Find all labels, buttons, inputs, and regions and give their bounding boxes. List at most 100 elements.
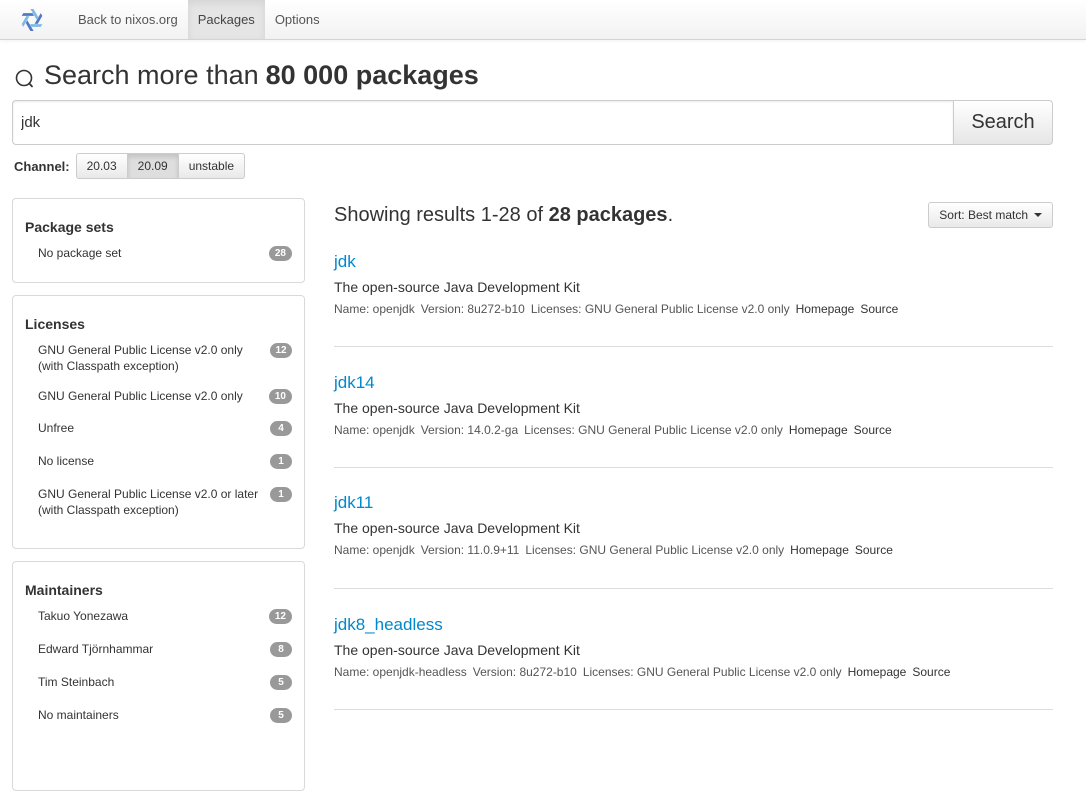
source-link[interactable]: Source [860, 302, 898, 316]
homepage-link[interactable]: Homepage [790, 543, 849, 557]
package-name-link[interactable]: jdk [334, 252, 1053, 272]
meta-name: Name: openjdk [334, 423, 415, 437]
filter-label: GNU General Public License v2.0 only (wi… [38, 343, 243, 373]
count-badge: 28 [268, 246, 292, 261]
package-result: jdk The open-source Java Development Kit… [334, 252, 1053, 316]
filter-label: Takuo Yonezawa [38, 609, 129, 623]
package-meta: Name: openjdk Version: 11.0.9+11 License… [334, 543, 1053, 557]
filter-label: No package set [38, 246, 122, 260]
package-description: The open-source Java Development Kit [334, 279, 580, 295]
filter-label: No license [38, 454, 95, 468]
filter-label: No maintainers [38, 708, 119, 722]
filter-label: Unfree [38, 421, 75, 435]
package-meta: Name: openjdk-headless Version: 8u272-b1… [334, 665, 1053, 679]
meta-version: Version: 8u272-b10 [420, 302, 525, 316]
channel-button-group: 20.03 20.09 unstable [75, 153, 246, 179]
filter-item[interactable]: No package set 28 [25, 245, 292, 261]
source-link[interactable]: Source [854, 423, 892, 437]
results-summary: Showing results 1-28 of 28 packages. [334, 204, 673, 227]
count-badge: 1 [270, 454, 292, 469]
channel-button-unstable[interactable]: unstable [177, 153, 246, 179]
licenses-title: Licenses [25, 316, 85, 332]
package-name-link[interactable]: jdk14 [334, 373, 1053, 393]
package-name-link[interactable]: jdk8_headless [334, 615, 1053, 635]
results-summary-count: 28 packages [548, 203, 668, 226]
filter-item[interactable]: GNU General Public License v2.0 only (wi… [25, 342, 292, 374]
search-icon [14, 65, 36, 87]
page-title: Search more than 80 000 packages [14, 60, 479, 91]
meta-version: Version: 8u272-b10 [472, 665, 577, 679]
meta-licenses: Licenses: GNU General Public License v2.… [525, 543, 785, 557]
meta-version: Version: 11.0.9+11 [420, 543, 520, 557]
count-badge: 5 [270, 708, 292, 723]
search-input[interactable] [12, 100, 953, 145]
meta-licenses: Licenses: GNU General Public License v2.… [582, 665, 842, 679]
title-package-count: 80 000 packages [265, 60, 479, 90]
nav-back-to-nixos[interactable]: Back to nixos.org [68, 0, 188, 39]
homepage-link[interactable]: Homepage [789, 423, 848, 437]
results-panel: Showing results 1-28 of 28 packages. Sor… [334, 200, 1053, 710]
licenses-panel: Licenses GNU General Public License v2.0… [12, 295, 305, 549]
package-description: The open-source Java Development Kit [334, 400, 580, 416]
channel-button-20-03[interactable]: 20.03 [75, 153, 128, 179]
maintainers-title: Maintainers [25, 582, 103, 598]
result-divider [334, 467, 1053, 468]
channel-label: Channel: [14, 158, 70, 174]
count-badge: 4 [270, 421, 292, 436]
filter-item[interactable]: Takuo Yonezawa 12 [25, 608, 292, 624]
channel-button-20-09[interactable]: 20.09 [126, 153, 179, 179]
meta-licenses: Licenses: GNU General Public License v2.… [530, 302, 790, 316]
nixos-logo-icon[interactable] [12, 0, 52, 40]
package-result: jdk8_headless The open-source Java Devel… [334, 615, 1053, 679]
meta-name: Name: openjdk [334, 302, 415, 316]
nav-options[interactable]: Options [265, 0, 330, 39]
package-description: The open-source Java Development Kit [334, 642, 580, 658]
search-button[interactable]: Search [953, 100, 1053, 145]
source-link[interactable]: Source [855, 543, 893, 557]
nav-packages[interactable]: Packages [187, 0, 265, 39]
count-badge: 12 [270, 343, 292, 358]
filter-label: GNU General Public License v2.0 only [38, 389, 243, 403]
sort-label: Sort: Best match [939, 208, 1028, 222]
homepage-link[interactable]: Homepage [848, 665, 907, 679]
sort-dropdown[interactable]: Sort: Best match [928, 202, 1053, 228]
filter-label: Edward Tjörnhammar [38, 642, 154, 656]
meta-version: Version: 14.0.2-ga [420, 423, 519, 437]
filter-item[interactable]: No maintainers 5 [25, 707, 292, 723]
result-divider [334, 709, 1053, 710]
source-link[interactable]: Source [912, 665, 950, 679]
package-meta: Name: openjdk Version: 8u272-b10 License… [334, 302, 1053, 316]
homepage-link[interactable]: Homepage [796, 302, 855, 316]
package-result: jdk11 The open-source Java Development K… [334, 493, 1053, 557]
results-summary-prefix: Showing results 1-28 of [334, 203, 544, 226]
results-summary-suffix: . [667, 203, 674, 226]
filter-item[interactable]: No license 1 [25, 453, 292, 469]
top-navbar: Back to nixos.org Packages Options [0, 0, 1086, 40]
result-divider [334, 346, 1053, 347]
results-header: Showing results 1-28 of 28 packages. Sor… [334, 200, 1053, 230]
count-badge: 12 [268, 609, 292, 624]
filter-item[interactable]: GNU General Public License v2.0 only 10 [25, 388, 292, 404]
meta-name: Name: openjdk [334, 543, 415, 557]
meta-licenses: Licenses: GNU General Public License v2.… [524, 423, 783, 437]
channel-selector: Channel: 20.03 20.09 unstable [14, 153, 246, 179]
filter-item[interactable]: GNU General Public License v2.0 or later… [25, 486, 292, 518]
package-name-link[interactable]: jdk11 [334, 493, 1053, 513]
filter-item[interactable]: Tim Steinbach 5 [25, 674, 292, 690]
count-badge: 8 [270, 642, 292, 657]
filter-label: GNU General Public License v2.0 or later… [38, 487, 259, 517]
package-result: jdk14 The open-source Java Development K… [334, 373, 1053, 437]
title-prefix: Search more than [44, 60, 259, 90]
result-divider [334, 588, 1053, 589]
maintainers-panel: Maintainers Takuo Yonezawa 12 Edward Tjö… [12, 561, 305, 791]
meta-name: Name: openjdk-headless [334, 665, 467, 679]
package-description: The open-source Java Development Kit [334, 520, 580, 536]
filter-item[interactable]: Unfree 4 [25, 420, 292, 436]
search-form: Search [12, 100, 1053, 145]
package-meta: Name: openjdk Version: 14.0.2-ga License… [334, 423, 1053, 437]
filter-item[interactable]: Edward Tjörnhammar 8 [25, 641, 292, 657]
package-sets-title: Package sets [25, 219, 114, 235]
count-badge: 10 [268, 389, 292, 404]
filter-label: Tim Steinbach [38, 675, 115, 689]
package-sets-panel: Package sets No package set 28 [12, 198, 305, 283]
